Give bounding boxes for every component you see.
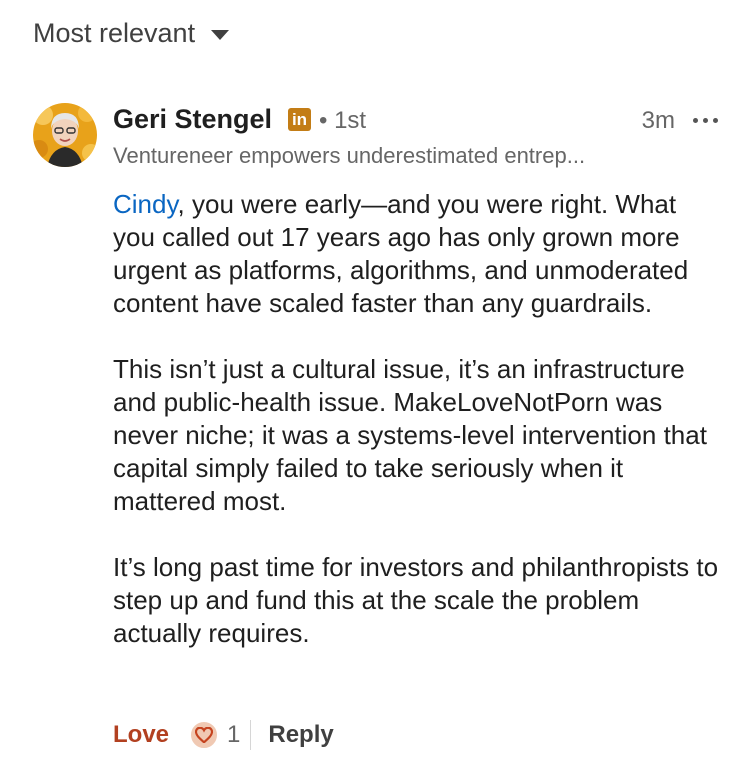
- comment-paragraph: It’s long past time for investors and ph…: [113, 552, 719, 648]
- love-heart-icon[interactable]: [189, 720, 220, 750]
- reply-button[interactable]: Reply: [268, 721, 333, 749]
- mention-link[interactable]: Cindy: [113, 189, 178, 219]
- more-dot: [703, 118, 708, 123]
- connection-degree: • 1st: [319, 107, 367, 134]
- author-name[interactable]: Geri Stengel: [113, 104, 272, 135]
- comment-time: 3m: [641, 107, 675, 134]
- sort-label: Most relevant: [33, 18, 196, 48]
- reaction-count[interactable]: 1: [227, 721, 240, 749]
- comment-actions: Love 1 Reply: [113, 718, 334, 752]
- comment-paragraph: Cindy, you were early—and you were right…: [113, 188, 723, 320]
- more-horizontal-icon[interactable]: [687, 104, 723, 134]
- avatar[interactable]: [33, 103, 97, 167]
- caret-down-icon: [211, 30, 230, 40]
- action-divider: [250, 720, 252, 750]
- comment-paragraph: This isn’t just a cultural issue, it’s a…: [113, 354, 707, 516]
- avatar-photo: [33, 103, 97, 167]
- linkedin-icon: in: [288, 108, 311, 131]
- comment-header: Geri Stengel in • 1st 3m: [113, 104, 723, 140]
- heart-shape: [195, 727, 214, 743]
- paragraph-text: , you were early—and you were right. Wha…: [113, 189, 689, 318]
- comment-body: Cindy, you were early—and you were right…: [113, 188, 723, 683]
- more-dot: [693, 118, 698, 123]
- sort-dropdown[interactable]: Most relevant: [33, 18, 230, 49]
- more-dot: [713, 118, 718, 123]
- author-headline: Ventureneer empowers underestimated entr…: [113, 143, 586, 168]
- love-button[interactable]: Love: [113, 721, 169, 749]
